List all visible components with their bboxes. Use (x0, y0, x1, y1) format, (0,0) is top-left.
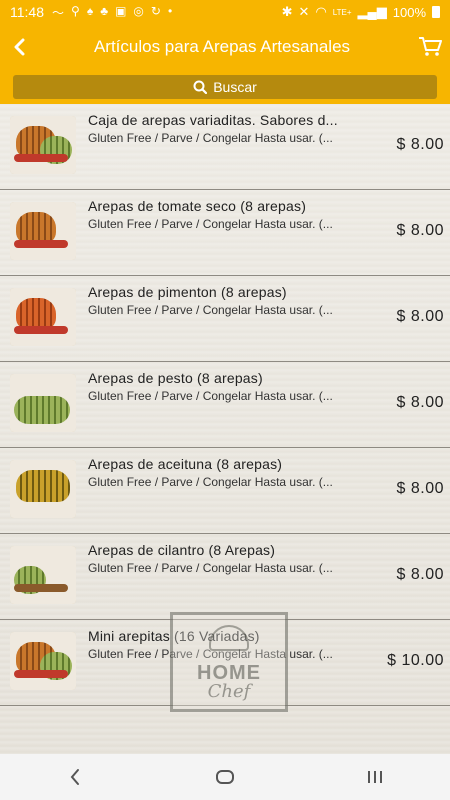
bluetooth-icon: ✱ (281, 4, 293, 19)
sync-icon: ↻ (150, 3, 161, 18)
signal-icon: ▂▄▆ (357, 4, 387, 19)
network-type: LTE+ (332, 7, 352, 17)
list-item[interactable]: Arepas de pesto (8 arepas) Gluten Free /… (0, 362, 450, 448)
notification-icons: 〜 ⚲ ♠ ♣ ▣ ◎ ↻ • (52, 4, 172, 21)
product-name: Arepas de aceituna (8 arepas) (88, 456, 283, 472)
product-image (10, 632, 76, 690)
location-icon: ⚲ (71, 3, 80, 18)
search-label: Buscar (213, 79, 257, 95)
status-right: ✱ ✕ ◠ LTE+ ▂▄▆ 100% (282, 4, 440, 20)
cart-icon (419, 37, 442, 56)
recents-icon (368, 771, 382, 783)
photo-icon: ▣ (115, 3, 127, 18)
search-button[interactable]: Buscar (13, 75, 437, 99)
back-arrow-icon (70, 769, 79, 785)
nav-home-button[interactable] (195, 757, 255, 797)
product-image (10, 202, 76, 260)
product-image (10, 374, 76, 432)
battery-icon (432, 6, 440, 18)
app-notification-icon: ♣ (100, 3, 109, 18)
list-item[interactable]: Arepas de cilantro (8 Arepas) Gluten Fre… (0, 534, 450, 620)
product-description: Gluten Free / Parve / Congelar Hasta usa… (88, 389, 333, 403)
more-icon: • (167, 3, 173, 18)
list-item[interactable]: Caja de arepas variaditas. Sabores d... … (0, 104, 450, 190)
product-image (10, 460, 76, 518)
product-name: Arepas de pimenton (8 arepas) (88, 284, 287, 300)
list-item[interactable]: Arepas de pimenton (8 arepas) Gluten Fre… (0, 276, 450, 362)
product-image (10, 288, 76, 346)
list-item[interactable]: Arepas de aceituna (8 arepas) Gluten Fre… (0, 448, 450, 534)
product-price: $ 8.00 (396, 308, 444, 325)
wifi-icon: ◠ (315, 4, 327, 19)
status-bar: 11:48 〜 ⚲ ♠ ♣ ▣ ◎ ↻ • ✱ ✕ ◠ LTE+ ▂▄▆ 100… (0, 0, 450, 24)
mute-icon: ✕ (298, 4, 310, 19)
product-price: $ 8.00 (396, 480, 444, 497)
product-description: Gluten Free / Parve / Congelar Hasta usa… (88, 561, 333, 575)
missed-call-icon: 〜 (52, 5, 65, 20)
logo-text-home: HOME (197, 662, 261, 684)
home-chef-logo: HOME Chef (170, 612, 288, 712)
back-button[interactable] (2, 24, 38, 70)
logo-text-chef: Chef (207, 681, 251, 702)
product-name: Arepas de pesto (8 arepas) (88, 370, 263, 386)
app-notification-icon: ♠ (86, 3, 94, 18)
system-nav-bar (0, 754, 450, 800)
product-price: $ 10.00 (387, 652, 444, 669)
cart-button[interactable] (410, 24, 450, 70)
nav-back-button[interactable] (45, 757, 105, 797)
product-description: Gluten Free / Parve / Congelar Hasta usa… (88, 475, 333, 489)
product-price: $ 8.00 (396, 222, 444, 239)
page-title: Artículos para Arepas Artesanales (93, 37, 351, 56)
product-price: $ 8.00 (396, 394, 444, 411)
app-bar: Artículos para Arepas Artesanales (0, 24, 450, 70)
battery-percent: 100% (392, 4, 426, 20)
home-icon (216, 770, 234, 784)
product-price: $ 8.00 (396, 566, 444, 583)
product-name: Caja de arepas variaditas. Sabores d... (88, 112, 338, 128)
status-time: 11:48 (10, 4, 44, 20)
search-icon (193, 80, 208, 94)
product-name: Arepas de cilantro (8 Arepas) (88, 542, 276, 558)
product-image (10, 546, 76, 604)
chevron-left-icon (14, 38, 25, 56)
nav-recents-button[interactable] (345, 757, 405, 797)
product-description: Gluten Free / Parve / Congelar Hasta usa… (88, 217, 333, 231)
instagram-icon: ◎ (133, 3, 144, 18)
product-description: Gluten Free / Parve / Congelar Hasta usa… (88, 303, 333, 317)
product-description: Gluten Free / Parve / Congelar Hasta usa… (88, 131, 333, 145)
product-image (10, 116, 76, 174)
chef-hat-icon (209, 625, 249, 651)
list-item[interactable]: Arepas de tomate seco (8 arepas) Gluten … (0, 190, 450, 276)
product-name: Arepas de tomate seco (8 arepas) (88, 198, 307, 214)
search-band: Buscar (0, 70, 450, 104)
product-price: $ 8.00 (396, 136, 444, 153)
